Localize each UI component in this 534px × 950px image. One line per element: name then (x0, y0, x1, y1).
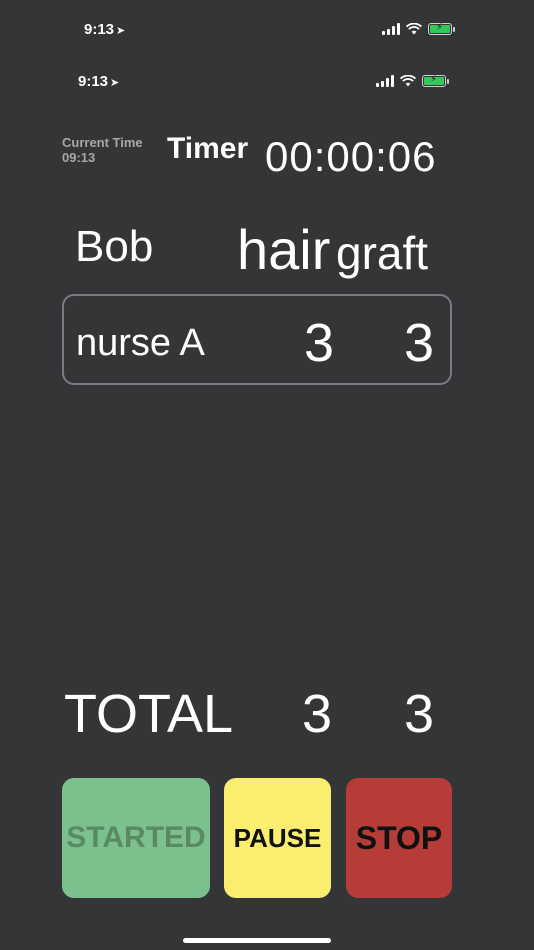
nurse-hair-count[interactable]: 3 (304, 312, 334, 374)
status-icons: ⚡ (382, 22, 455, 35)
cellular-signal-icon (382, 23, 400, 35)
status-bar: 9:13 ➤ ⚡ (0, 18, 534, 42)
battery-charging-icon: ⚡ (428, 22, 455, 35)
column-header-graft: graft (336, 227, 429, 279)
pause-button[interactable]: PAUSE (224, 778, 331, 898)
current-time-label: Current Time (62, 135, 143, 150)
cellular-signal-icon (376, 75, 394, 87)
column-header-name: Bob (75, 222, 154, 271)
current-time: Current Time 09:13 (62, 135, 143, 165)
battery-charging-icon: ⚡ (422, 74, 449, 87)
wifi-icon (406, 23, 422, 35)
current-time-value: 09:13 (62, 150, 96, 165)
nurse-name: nurse A (76, 322, 205, 364)
total-graft-count: 3 (404, 684, 435, 744)
column-header-hair: hair (237, 218, 331, 281)
stop-button[interactable]: STOP (346, 778, 452, 898)
timer-value: 00:00:06 (265, 133, 437, 180)
inner-status-icons: ⚡ (376, 74, 449, 87)
location-arrow-icon: ➤ (110, 77, 120, 89)
started-button[interactable]: STARTED (62, 778, 210, 898)
nurse-graft-count[interactable]: 3 (404, 312, 434, 374)
home-indicator[interactable] (183, 938, 331, 943)
total-label: TOTAL (64, 684, 234, 744)
status-time: 9:13 ➤ (84, 21, 126, 38)
timer-label: Timer (167, 132, 249, 165)
wifi-icon (400, 75, 416, 87)
total-hair-count: 3 (302, 684, 333, 744)
inner-status-time: 9:13 ➤ (78, 73, 120, 90)
inner-status-bar: 9:13 ➤ ⚡ (0, 70, 534, 94)
location-arrow-icon: ➤ (116, 25, 126, 37)
nurse-row[interactable]: nurse A 3 3 (62, 294, 452, 385)
